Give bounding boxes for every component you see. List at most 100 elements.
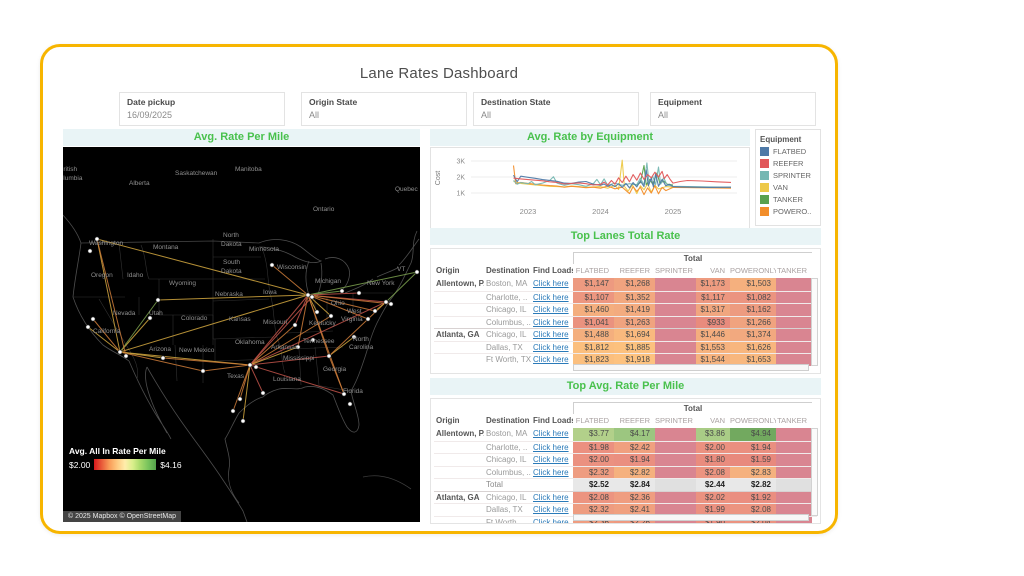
column-header-flatbed: FLATBED <box>573 414 614 428</box>
cell-tanker <box>776 278 812 291</box>
cell-van: $933 <box>696 317 730 329</box>
cell-find-loads: Click here <box>531 492 573 504</box>
cell-find-loads: Click here <box>531 317 573 329</box>
cell-find-loads <box>531 479 573 491</box>
cell-van: $2.44 <box>696 479 730 491</box>
filter-value[interactable]: All <box>309 110 459 120</box>
cell-find-loads: Click here <box>531 467 573 479</box>
column-header-poweronly: POWERONLY <box>730 264 776 278</box>
legend-item-powero[interactable]: POWERO.. <box>760 207 816 216</box>
find-loads-link[interactable]: Click here <box>533 343 569 352</box>
svg-text:Louisiana: Louisiana <box>273 376 301 383</box>
find-loads-link[interactable]: Click here <box>533 429 569 438</box>
table-row[interactable]: Allentown, PABoston, MAClick here$3.77$4… <box>434 428 817 441</box>
table-title-top-rate-per-mile: Top Avg. Rate Per Mile <box>430 378 821 395</box>
table-row[interactable]: Allentown, PABoston, MAClick here$1,147$… <box>434 278 817 291</box>
find-loads-link[interactable]: Click here <box>533 455 569 464</box>
svg-text:Montana: Montana <box>153 244 179 251</box>
column-header: Destination <box>484 264 531 278</box>
cell-tanker <box>776 479 812 491</box>
cell-find-loads: Click here <box>531 428 573 441</box>
filter-origin-state[interactable]: Origin State All <box>301 92 467 126</box>
table-row[interactable]: Columbus, ..Click here$2.32$2.82$2.08$2.… <box>434 466 817 479</box>
filter-date-pickup[interactable]: Date pickup 16/09/2025 <box>119 92 285 126</box>
cell-origin <box>434 292 484 304</box>
find-loads-link[interactable]: Click here <box>533 330 569 339</box>
vertical-scrollbar[interactable] <box>811 428 818 516</box>
legend-item-flatbed[interactable]: FLATBED <box>760 147 816 156</box>
svg-text:New Mexico: New Mexico <box>179 347 215 354</box>
svg-text:Ohio: Ohio <box>331 300 345 307</box>
legend-label: FLATBED <box>773 147 806 156</box>
cell-poweronly: $1,162 <box>730 304 776 316</box>
svg-text:Quebec: Quebec <box>395 186 419 193</box>
find-loads-link[interactable]: Click here <box>533 355 569 364</box>
table-row[interactable]: Total$2.52$2.84$2.44$2.82 <box>434 478 817 491</box>
find-loads-link[interactable]: Click here <box>533 279 569 288</box>
cell-origin <box>434 479 484 491</box>
cell-tanker <box>776 492 812 504</box>
cell-reefer: $1,263 <box>614 317 655 329</box>
cell-origin <box>434 504 484 516</box>
cell-destination: Chicago, IL <box>484 492 531 504</box>
svg-text:Alberta: Alberta <box>129 180 150 187</box>
svg-text:VT: VT <box>397 266 405 273</box>
cell-van: $2.02 <box>696 492 730 504</box>
cell-reefer: $2.82 <box>614 467 655 479</box>
equipment-legend-title: Equipment <box>760 135 816 144</box>
filter-destination-state[interactable]: Destination State All <box>473 92 639 126</box>
legend-swatch <box>760 147 769 156</box>
table-row[interactable]: Columbus, ..Click here$1,041$1,263$933$1… <box>434 316 817 329</box>
column-header: Destination <box>484 414 531 428</box>
cell-destination: Boston, MA <box>484 428 531 441</box>
column-header: Find Loads <box>531 264 573 278</box>
horizontal-scrollbar[interactable] <box>573 514 809 521</box>
filter-value[interactable]: 16/09/2025 <box>127 110 277 120</box>
legend-item-reefer[interactable]: REEFER <box>760 159 816 168</box>
equipment-chart[interactable]: 1K2K3K202320242025Cost <box>430 147 750 229</box>
find-loads-link[interactable]: Click here <box>533 493 569 502</box>
table-row[interactable]: Atlanta, GAChicago, ILClick here$2.08$2.… <box>434 491 817 504</box>
cell-poweronly: $1,374 <box>730 329 776 341</box>
table-row[interactable]: Chicago, ILClick here$1,460$1,419$1,317$… <box>434 303 817 316</box>
table-row[interactable]: Charlotte, ..Click here$1.98$2.42$2.00$1… <box>434 441 817 454</box>
find-loads-link[interactable]: Click here <box>533 468 569 477</box>
svg-text:Manitoba: Manitoba <box>235 166 262 173</box>
cell-origin <box>434 342 484 354</box>
find-loads-link[interactable]: Click here <box>533 318 569 327</box>
cell-find-loads: Click here <box>531 442 573 454</box>
cell-sprinter <box>655 428 696 441</box>
svg-text:West: West <box>347 308 362 315</box>
find-loads-link[interactable]: Click here <box>533 305 569 314</box>
find-loads-link[interactable]: Click here <box>533 518 569 525</box>
cell-poweronly: $1.94 <box>730 442 776 454</box>
table-row[interactable]: Atlanta, GAChicago, ILClick here$1,488$1… <box>434 328 817 341</box>
cell-tanker <box>776 442 812 454</box>
legend-label: TANKER <box>773 195 803 204</box>
cell-van: $1,446 <box>696 329 730 341</box>
legend-item-sprinter[interactable]: SPRINTER <box>760 171 816 180</box>
table-row[interactable]: Charlotte, ..Click here$1,107$1,352$1,11… <box>434 291 817 304</box>
us-map[interactable]: BritishColumbiaAlbertaSaskatchewanManito… <box>63 147 420 522</box>
svg-text:Carolina: Carolina <box>349 344 374 351</box>
horizontal-scrollbar[interactable] <box>573 364 809 371</box>
table-row[interactable]: Dallas, TXClick here$1,812$1,885$1,553$1… <box>434 341 817 354</box>
svg-text:Dakota: Dakota <box>221 268 242 275</box>
cell-van: $1,173 <box>696 278 730 291</box>
filter-value[interactable]: All <box>658 110 808 120</box>
find-loads-link[interactable]: Click here <box>533 293 569 302</box>
filter-value[interactable]: All <box>481 110 631 120</box>
cell-reefer: $1,885 <box>614 342 655 354</box>
vertical-scrollbar[interactable] <box>811 278 818 366</box>
find-loads-link[interactable]: Click here <box>533 505 569 514</box>
legend-item-van[interactable]: VAN <box>760 183 816 192</box>
filter-equipment[interactable]: Equipment All <box>650 92 816 126</box>
cell-van: $3.86 <box>696 428 730 441</box>
cell-origin <box>434 304 484 316</box>
table-row[interactable]: Chicago, ILClick here$2.00$1.94$1.80$1.5… <box>434 453 817 466</box>
find-loads-link[interactable]: Click here <box>533 443 569 452</box>
svg-text:Arizona: Arizona <box>149 346 171 353</box>
column-header-tanker: TANKER <box>776 414 812 428</box>
legend-item-tanker[interactable]: TANKER <box>760 195 816 204</box>
column-header-poweronly: POWERONLY <box>730 414 776 428</box>
